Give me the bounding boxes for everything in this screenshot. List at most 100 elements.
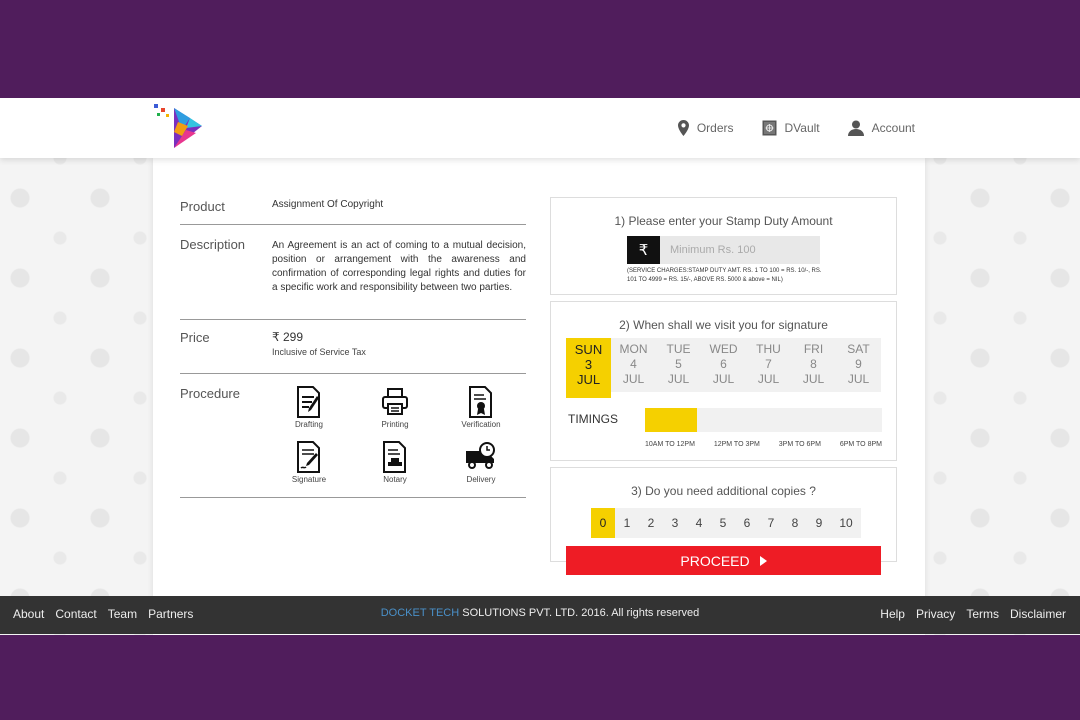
procedure-step-label: Delivery (466, 475, 496, 484)
day-option[interactable]: TUE 5 JUL (656, 338, 701, 392)
nav-orders[interactable]: Orders (677, 120, 734, 136)
copies-picker: 0 1 2 3 4 5 6 7 8 9 10 (591, 508, 861, 538)
drafting-icon (297, 386, 320, 418)
day-month: JUL (576, 372, 601, 387)
copies-option[interactable]: 9 (807, 508, 831, 538)
nav-account[interactable]: Account (847, 120, 915, 136)
procedure-step-delivery: Delivery (438, 441, 524, 484)
copies-option[interactable]: 0 (591, 508, 615, 538)
location-pin-icon (677, 120, 689, 136)
day-date: 4 (630, 357, 637, 371)
procedure-step-label: Printing (381, 420, 409, 429)
top-nav: Orders DVault Account (677, 98, 915, 158)
stamp-duty-title: 1) Please enter your Stamp Duty Amount (614, 214, 833, 228)
price-value: ₹ 299 Inclusive of Service Tax (272, 330, 526, 373)
day-dow: MON (619, 342, 648, 356)
day-month: JUL (847, 372, 870, 386)
day-dow: FRI (803, 342, 824, 356)
procedure-row: Procedure Drafting Printing Verification… (180, 374, 526, 498)
day-option[interactable]: THU 7 JUL (746, 338, 791, 392)
stamp-duty-field: ₹ (627, 236, 820, 264)
description-row: Description An Agreement is an act of co… (180, 225, 526, 320)
stamp-duty-input[interactable] (660, 236, 820, 264)
timing-slot-label[interactable]: 12PM TO 3PM (714, 441, 760, 448)
procedure-step-label: Notary (383, 475, 407, 484)
nav-dvault-label: DVault (784, 121, 820, 135)
footer-link-privacy[interactable]: Privacy (916, 607, 955, 621)
copies-option[interactable]: 3 (663, 508, 687, 538)
day-option[interactable]: FRI 8 JUL (791, 338, 836, 392)
timing-slot-label[interactable]: 10AM TO 12PM (645, 441, 695, 448)
timing-slot-label[interactable]: 6PM TO 8PM (840, 441, 882, 448)
signature-icon (297, 441, 320, 473)
day-dow: WED (709, 342, 738, 356)
price-note: Inclusive of Service Tax (272, 347, 366, 357)
product-row: Product Assignment Of Copyright (180, 188, 526, 225)
timing-slot-label[interactable]: 3PM TO 6PM (779, 441, 821, 448)
user-icon (847, 120, 864, 136)
timings-label: TIMINGS (568, 412, 618, 426)
day-option[interactable]: SUN 3 JUL (566, 338, 611, 398)
footer-copyright-text: SOLUTIONS PVT. LTD. 2016. All rights res… (459, 607, 700, 619)
timing-slot-labels: 10AM TO 12PM 12PM TO 3PM 3PM TO 6PM 6PM TO … (645, 441, 882, 448)
day-date: 6 (720, 357, 727, 371)
day-date: 5 (675, 357, 682, 371)
day-option[interactable]: MON 4 JUL (611, 338, 656, 392)
day-dow: SAT (847, 342, 870, 356)
day-date: 3 (584, 357, 593, 372)
verified-document-icon (469, 386, 492, 418)
vault-icon (762, 120, 776, 136)
nav-dvault[interactable]: DVault (762, 120, 820, 136)
procedure-step-notary: Notary (352, 441, 438, 484)
visit-schedule-panel: 2) When shall we visit you for signature… (550, 301, 897, 461)
day-month: JUL (712, 372, 735, 386)
day-dow: THU (756, 342, 781, 356)
procedure-step-drafting: Drafting (266, 386, 352, 429)
product-label: Product (180, 199, 225, 214)
footer-link-terms[interactable]: Terms (966, 607, 999, 621)
procedure-step-label: Verification (461, 420, 501, 429)
day-option[interactable]: SAT 9 JUL (836, 338, 881, 392)
service-charges-note: (SERVICE CHARGES:STAMP DUTY AMT. RS. 1 T… (627, 268, 822, 283)
copies-option[interactable]: 2 (639, 508, 663, 538)
proceed-button[interactable]: PROCEED (566, 546, 881, 575)
proceed-label: PROCEED (680, 552, 750, 569)
footer-link-help[interactable]: Help (880, 607, 905, 621)
copies-option[interactable]: 8 (783, 508, 807, 538)
page-stage: Orders DVault Account Product Assignment… (0, 98, 1080, 635)
play-arrow-icon (759, 555, 767, 566)
day-date: 8 (810, 357, 817, 371)
day-picker: SUN 3 JUL MON 4 JUL TUE 5 JUL WED 6 JUL THU 7 JUL FRI 8 J… (566, 338, 881, 398)
procedure-step-label: Drafting (294, 420, 323, 429)
description-label: Description (180, 237, 246, 252)
nav-orders-label: Orders (696, 121, 734, 135)
copies-option[interactable]: 1 (615, 508, 639, 538)
top-navbar: Orders DVault Account (0, 98, 1080, 158)
order-card: Product Assignment Of Copyright Descript… (153, 158, 925, 635)
procedure-step-verification: Verification (438, 386, 524, 429)
copies-option[interactable]: 6 (735, 508, 759, 538)
stamp-duty-panel: 1) Please enter your Stamp Duty Amount ₹… (550, 197, 897, 295)
procedure-step-signature: Signature (266, 441, 352, 484)
procedure-step-printing: Printing (352, 386, 438, 429)
day-month: JUL (667, 372, 690, 386)
day-date: 7 (765, 357, 772, 371)
timing-slider[interactable] (645, 408, 882, 432)
copies-option[interactable]: 5 (711, 508, 735, 538)
product-value: Assignment Of Copyright (272, 199, 384, 210)
day-option[interactable]: WED 6 JUL (701, 338, 746, 392)
docket-logo[interactable] (152, 100, 210, 154)
copies-option[interactable]: 7 (759, 508, 783, 538)
visit-schedule-title: 2) When shall we visit you for signature (619, 318, 828, 332)
copies-title: 3) Do you need additional copies ? (631, 484, 816, 498)
notary-stamp-icon (383, 441, 406, 473)
day-month: JUL (757, 372, 780, 386)
printer-icon (382, 388, 408, 415)
description-value: An Agreement is an act of coming to a mu… (272, 240, 526, 293)
copies-option[interactable]: 10 (831, 508, 861, 538)
day-month: JUL (802, 372, 825, 386)
footer-link-disclaimer[interactable]: Disclaimer (1010, 607, 1066, 621)
copies-option[interactable]: 4 (687, 508, 711, 538)
nav-account-label: Account (871, 121, 915, 135)
day-dow: SUN (574, 342, 603, 357)
